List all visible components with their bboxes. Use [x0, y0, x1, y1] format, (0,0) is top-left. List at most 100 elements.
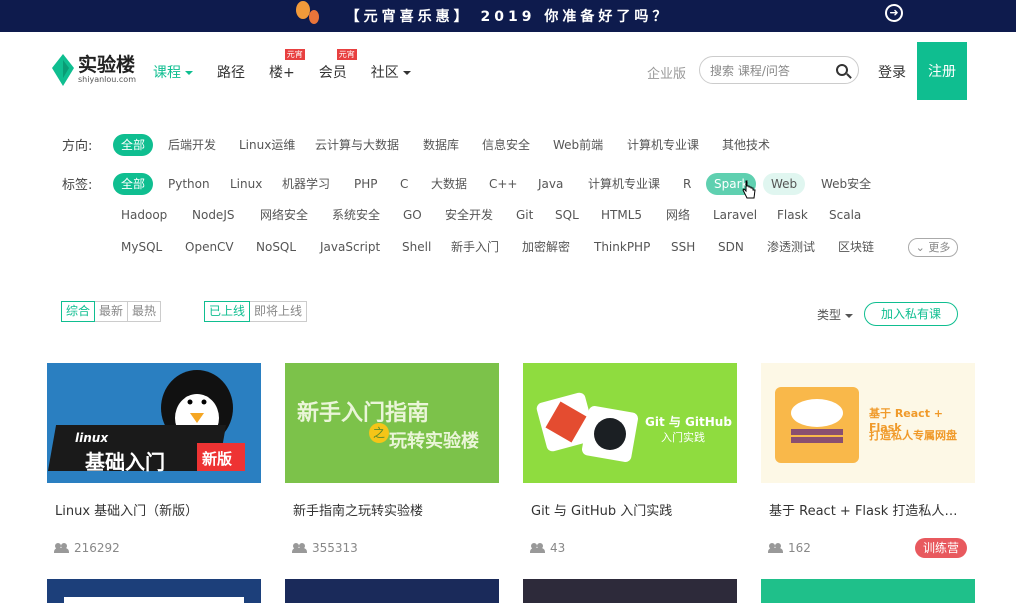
tag-flask[interactable]: Flask — [769, 204, 816, 226]
tag-nosql[interactable]: NoSQL — [248, 236, 304, 258]
direction-web-frontend[interactable]: Web前端 — [545, 134, 611, 156]
thumb-text: Git 与 GitHub — [645, 415, 732, 429]
status-upcoming[interactable]: 即将上线 — [249, 301, 308, 322]
tag-system-security[interactable]: 系统安全 — [324, 204, 388, 226]
tag-crypto[interactable]: 加密解密 — [514, 236, 578, 258]
caret-down-icon — [185, 71, 193, 75]
nav-vip[interactable]: 会员 元宵 — [319, 49, 357, 82]
brand-name: 实验楼 — [78, 54, 136, 76]
sort-newest[interactable]: 最新 — [94, 301, 129, 322]
direction-linux-ops[interactable]: Linux运维 — [231, 134, 303, 156]
course-user-count: 216292 — [74, 541, 120, 555]
tag-sdn[interactable]: SDN — [710, 236, 752, 258]
course-user-count: 162 — [788, 541, 811, 555]
sort-overall[interactable]: 综合 — [61, 301, 96, 322]
course-thumbnail[interactable]: 基于 React + Flask 打造私人专属网盘 — [761, 363, 975, 483]
tag-linux[interactable]: Linux — [222, 173, 270, 195]
status-online[interactable]: 已上线 — [204, 301, 251, 322]
direction-cs-courses[interactable]: 计算机专业课 — [619, 134, 707, 156]
tag-machine-learning[interactable]: 机器学习 — [274, 173, 338, 195]
tag-shell[interactable]: Shell — [394, 236, 439, 258]
course-card[interactable]: 新手入门指南 之 玩转实验楼 新手指南之玩转实验楼 355313 — [285, 363, 499, 555]
tag-ssh[interactable]: SSH — [663, 236, 703, 258]
tag-thinkphp[interactable]: ThinkPHP — [586, 236, 658, 258]
course-title[interactable]: Git 与 GitHub 入门实践 — [523, 500, 729, 519]
tag-beginner[interactable]: 新手入门 — [443, 236, 507, 258]
course-user-count: 43 — [550, 541, 566, 555]
course-card[interactable]: Git 与 GitHub 入门实践 Git 与 GitHub 入门实践 43 — [523, 363, 737, 555]
tag-web-security[interactable]: Web安全 — [813, 173, 879, 195]
search-icon[interactable] — [836, 64, 848, 76]
tag-cs-courses[interactable]: 计算机专业课 — [580, 173, 668, 195]
users-icon — [768, 543, 783, 553]
enterprise-link[interactable]: 企业版 — [647, 63, 686, 82]
promo-banner[interactable]: 【元宵喜乐惠】 2019 你准备好了吗？ ➜ — [0, 0, 1016, 32]
course-thumbnail[interactable] — [523, 579, 737, 603]
tag-sql[interactable]: SQL — [547, 204, 587, 226]
more-tags-button[interactable]: ⌄ 更多 — [908, 238, 958, 257]
type-dropdown[interactable]: 类型 — [817, 306, 853, 323]
search-input[interactable]: 搜索 课程/问答 — [699, 56, 859, 84]
tag-nodejs[interactable]: NodeJS — [184, 204, 242, 226]
users-icon — [530, 543, 545, 553]
nav-paths[interactable]: 路径 — [217, 62, 245, 82]
tag-r[interactable]: R — [675, 173, 699, 195]
direction-other[interactable]: 其他技术 — [714, 134, 778, 156]
tag-php[interactable]: PHP — [346, 173, 386, 195]
tag-python[interactable]: Python — [160, 173, 218, 195]
course-thumbnail[interactable] — [47, 579, 261, 603]
tag-html5[interactable]: HTML5 — [593, 204, 650, 226]
tag-opencv[interactable]: OpenCV — [177, 236, 242, 258]
join-private-course-button[interactable]: 加入私有课 — [864, 302, 958, 326]
arrow-right-icon[interactable]: ➜ — [885, 4, 903, 22]
tag-bigdata[interactable]: 大数据 — [423, 173, 475, 195]
tag-network[interactable]: 网络 — [658, 204, 698, 226]
tag-hadoop[interactable]: Hadoop — [113, 204, 175, 226]
tag-java[interactable]: Java — [530, 173, 571, 195]
tag-blockchain[interactable]: 区块链 — [830, 236, 882, 258]
tag-mysql[interactable]: MySQL — [113, 236, 170, 258]
direction-backend[interactable]: 后端开发 — [160, 134, 224, 156]
users-icon — [292, 543, 307, 553]
logo[interactable]: 实验楼 shiyanlou.com — [52, 54, 136, 86]
promo-text: 【元宵喜乐惠】 2019 你准备好了吗？ — [345, 9, 671, 25]
tag-laravel[interactable]: Laravel — [705, 204, 765, 226]
thumb-text: 玩转实验楼 — [389, 431, 479, 452]
tag-scala[interactable]: Scala — [821, 204, 869, 226]
tag-go[interactable]: GO — [395, 204, 430, 226]
nav-community[interactable]: 社区 — [371, 62, 411, 82]
nav-louplus[interactable]: 楼+ 元宵 — [269, 49, 305, 82]
course-thumbnail[interactable] — [761, 579, 975, 603]
course-thumbnail[interactable]: linux 基础入门 新版 — [47, 363, 261, 483]
tag-cpp[interactable]: C++ — [481, 173, 526, 195]
tag-pentest[interactable]: 渗透测试 — [759, 236, 823, 258]
course-thumbnail[interactable] — [285, 579, 499, 603]
course-card[interactable]: 基于 React + Flask 打造私人专属网盘 基于 React + Fla… — [761, 363, 975, 555]
tag-git[interactable]: Git — [508, 204, 541, 226]
direction-database[interactable]: 数据库 — [415, 134, 467, 156]
site-header: 实验楼 shiyanlou.com 课程 路径 楼+ 元宵 会员 元宵 社区 企业版… — [0, 32, 1016, 110]
thumb-text: 基础入门 — [85, 450, 165, 474]
tag-javascript[interactable]: JavaScript — [312, 236, 388, 258]
tag-all[interactable]: 全部 — [113, 173, 154, 195]
direction-infosec[interactable]: 信息安全 — [474, 134, 538, 156]
main-nav: 课程 路径 楼+ 元宵 会员 元宵 社区 — [153, 49, 435, 82]
direction-all[interactable]: 全部 — [113, 134, 154, 156]
thumb-text: linux — [75, 431, 109, 445]
tag-c[interactable]: C — [392, 173, 416, 195]
register-button[interactable]: 注册 — [917, 42, 967, 100]
sort-hottest[interactable]: 最热 — [127, 301, 162, 322]
tag-network-security[interactable]: 网络安全 — [252, 204, 316, 226]
course-title[interactable]: Linux 基础入门（新版） — [47, 500, 253, 519]
direction-cloud-bigdata[interactable]: 云计算与大数据 — [307, 134, 407, 156]
course-thumbnail[interactable]: 新手入门指南 之 玩转实验楼 — [285, 363, 499, 483]
login-link[interactable]: 登录 — [878, 62, 906, 82]
course-title[interactable]: 新手指南之玩转实验楼 — [285, 500, 491, 519]
course-title[interactable]: 基于 React + Flask 打造私人专属网盘 — [761, 500, 967, 519]
tag-secure-dev[interactable]: 安全开发 — [437, 204, 501, 226]
caret-down-icon — [844, 313, 853, 318]
nav-courses[interactable]: 课程 — [153, 62, 193, 82]
course-card[interactable]: linux 基础入门 新版 Linux 基础入门（新版） 216292 — [47, 363, 261, 555]
course-thumbnail[interactable]: Git 与 GitHub 入门实践 — [523, 363, 737, 483]
tag-web[interactable]: Web — [763, 173, 806, 195]
